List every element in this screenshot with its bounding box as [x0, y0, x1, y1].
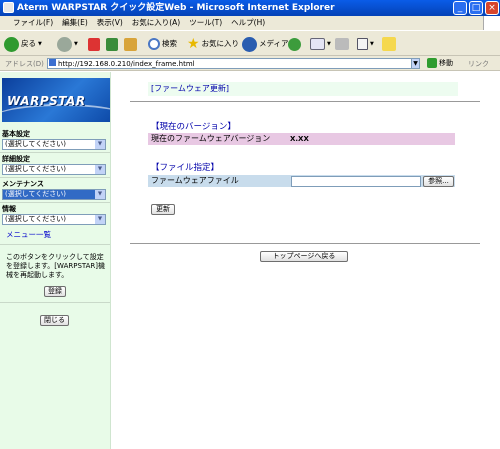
maintenance-select[interactable]: (選択してください) ▼ — [2, 189, 106, 200]
select-value: (選択してください) — [5, 165, 67, 173]
advanced-settings-select[interactable]: (選択してください) ▼ — [2, 164, 106, 175]
divider — [130, 243, 480, 244]
firmware-file-input[interactable] — [291, 176, 421, 187]
chevron-down-icon: ▼ — [95, 215, 105, 224]
star-icon: ★ — [187, 36, 200, 52]
nav-group-maintenance: メンテナンス (選択してください) ▼ — [2, 180, 108, 200]
search-label: 検索 — [162, 39, 177, 48]
address-bar: アドレス(D) http://192.168.0.210/index_frame… — [0, 56, 500, 71]
messenger-icon — [382, 37, 396, 51]
menu-help[interactable]: ヘルプ(H) — [231, 18, 265, 27]
edit-button[interactable]: ▼ — [357, 35, 374, 53]
nav-group-basic: 基本設定 (選択してください) ▼ — [2, 130, 108, 150]
media-icon — [242, 36, 257, 52]
nav-group-advanced: 詳細設定 (選択してください) ▼ — [2, 155, 108, 175]
page-icon — [49, 59, 56, 66]
mail-button[interactable]: ▼ — [310, 35, 331, 53]
close-window-button[interactable]: × — [485, 1, 499, 15]
divider — [0, 202, 110, 203]
print-button[interactable] — [335, 35, 349, 53]
select-value: (選択してください) — [5, 140, 67, 148]
divider — [0, 152, 110, 153]
home-button[interactable] — [124, 35, 137, 53]
maximize-button[interactable]: □ — [469, 1, 483, 15]
top-page-button[interactable]: トップページへ戻る — [260, 251, 348, 262]
nav-group-info: 情報 (選択してください) ▼ — [2, 205, 108, 225]
select-value: (選択してください) — [5, 215, 67, 223]
current-version-heading: 【現在のバージョン】 — [151, 122, 236, 132]
menu-list-link[interactable]: メニュー一覧 — [6, 229, 51, 240]
file-heading: 【ファイル指定】 — [151, 163, 220, 173]
refresh-button[interactable] — [106, 35, 118, 53]
search-icon — [148, 38, 160, 50]
divider — [130, 101, 480, 102]
back-arrow-icon — [4, 36, 19, 52]
menu-edit[interactable]: 編集(E) — [62, 18, 88, 27]
menu-tools[interactable]: ツール(T) — [189, 18, 222, 27]
links-label[interactable]: リンク — [468, 59, 489, 69]
chevron-down-icon: ▼ — [95, 165, 105, 174]
favorites-label: お気に入り — [201, 39, 240, 48]
media-button[interactable]: メディア — [242, 35, 288, 53]
minimize-button[interactable]: _ — [453, 1, 467, 15]
divider — [0, 302, 110, 303]
current-version-row: 現在のファームウェアバージョン X.XX — [148, 133, 455, 145]
history-icon — [288, 37, 301, 51]
basic-settings-select[interactable]: (選択してください) ▼ — [2, 139, 106, 150]
title-bar: Aterm WARPSTAR クイック設定Web - Microsoft Int… — [0, 0, 500, 16]
current-version-label: 現在のファームウェアバージョン — [151, 134, 271, 143]
chevron-down-icon: ▼ — [95, 190, 105, 199]
favorites-button[interactable]: ★ お気に入り — [187, 35, 239, 53]
chevron-down-icon: ▼ — [95, 140, 105, 149]
history-button[interactable] — [288, 35, 301, 53]
address-dropdown-icon[interactable]: ▼ — [411, 58, 420, 69]
go-label: 移動 — [439, 59, 453, 67]
page-title: [ファームウェア更新] — [148, 82, 458, 96]
menu-file[interactable]: ファイル(F) — [13, 18, 53, 27]
go-button[interactable]: 移動 — [427, 57, 453, 70]
ie-app-icon — [3, 2, 14, 13]
register-button[interactable]: 登録 — [44, 286, 66, 297]
close-button[interactable]: 閉じる — [40, 315, 69, 326]
forward-button[interactable]: ▼ — [57, 35, 78, 53]
back-button[interactable]: 戻る ▼ — [4, 35, 42, 53]
firmware-file-label: ファームウェアファイル — [151, 176, 239, 185]
stop-button[interactable] — [88, 35, 100, 53]
search-button[interactable]: 検索 — [148, 35, 177, 53]
mail-icon — [310, 38, 325, 50]
go-arrow-icon — [427, 58, 437, 68]
info-select[interactable]: (選択してください) ▼ — [2, 214, 106, 225]
current-version-value: X.XX — [290, 135, 309, 143]
edit-page-icon — [357, 38, 368, 50]
register-hint-text: このボタンをクリックして設定を登録します。[WARPSTAR]機械を再起動します… — [6, 253, 106, 279]
update-button[interactable]: 更新 — [151, 204, 175, 215]
menu-favorites[interactable]: お気に入り(A) — [132, 18, 180, 27]
logo-text: WARPSTAR — [7, 94, 86, 108]
divider — [0, 177, 110, 178]
home-icon — [124, 37, 137, 51]
print-icon — [335, 38, 349, 50]
address-label: アドレス(D) — [5, 60, 44, 68]
messenger-button[interactable] — [382, 35, 396, 53]
nav-label-info: 情報 — [2, 205, 16, 213]
window-title: Aterm WARPSTAR クイック設定Web - Microsoft Int… — [17, 3, 335, 13]
address-input[interactable]: http://192.168.0.210/index_frame.html — [47, 58, 420, 69]
refresh-icon — [106, 37, 118, 51]
media-label: メディア — [259, 39, 289, 48]
nav-label-advanced: 詳細設定 — [2, 155, 30, 163]
menu-view[interactable]: 表示(V) — [97, 18, 123, 27]
menu-bar: ファイル(F) 編集(E) 表示(V) お気に入り(A) ツール(T) ヘルプ(H) — [0, 16, 500, 30]
nav-label-basic: 基本設定 — [2, 130, 30, 138]
nav-label-maintenance: メンテナンス — [2, 180, 44, 188]
select-value: (選択してください) — [5, 190, 67, 198]
browse-button[interactable]: 参照... — [423, 176, 454, 187]
divider — [0, 244, 110, 245]
stop-icon — [88, 37, 100, 51]
warpstar-logo: WARPSTAR — [2, 78, 110, 122]
toolbar: 戻る ▼ ▼ 検索 ★ お気に入り メディア ▼ ▼ — [0, 30, 500, 56]
windows-logo-icon — [483, 16, 500, 30]
forward-arrow-icon — [57, 36, 72, 52]
back-label: 戻る — [21, 39, 36, 48]
